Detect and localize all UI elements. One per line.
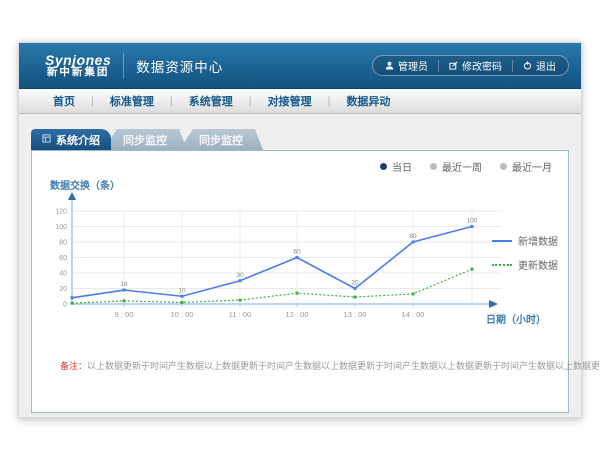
svg-text:60: 60 — [59, 255, 67, 262]
logo-subtext: 新中新集团 — [45, 67, 111, 78]
tab-sync-monitor-1[interactable]: 同步监控 — [103, 129, 187, 150]
radio-icon — [380, 163, 387, 170]
svg-text:20: 20 — [351, 280, 359, 287]
svg-text:80: 80 — [59, 240, 67, 247]
header-divider — [123, 53, 124, 79]
tab-label: 同步监控 — [199, 132, 243, 148]
svg-text:0: 0 — [63, 302, 67, 309]
svg-text:40: 40 — [59, 271, 67, 278]
edit-icon — [449, 61, 458, 70]
user-button[interactable]: 管理员 — [385, 58, 428, 73]
svg-text:18: 18 — [120, 281, 128, 288]
tab-sync-monitor-2[interactable]: 同步监控 — [179, 129, 263, 150]
main-nav: 首页 | 标准管理 | 系统管理 | 对接管理 | 数据异动 — [19, 89, 581, 114]
svg-text:120: 120 — [55, 209, 67, 216]
chart-legend: 新增数据 更新数据 — [492, 233, 558, 281]
svg-text:30: 30 — [236, 272, 244, 279]
legend-item-update-data: 更新数据 — [492, 257, 558, 272]
svg-text:10 : 00: 10 : 00 — [171, 310, 194, 319]
svg-text:14 : 00: 14 : 00 — [402, 310, 425, 319]
pill-separator — [438, 60, 439, 72]
svg-text:60: 60 — [293, 249, 301, 256]
svg-text:100: 100 — [55, 224, 67, 231]
filter-last-week[interactable]: 最近一周 — [430, 159, 482, 174]
x-axis-title: 日期（小时） — [486, 311, 546, 326]
tab-system-intro[interactable]: 系统介绍 — [31, 129, 111, 150]
svg-text:20: 20 — [59, 286, 67, 293]
user-menu: 管理员 修改密码 退出 — [372, 55, 569, 76]
app-title: 数据资源中心 — [136, 56, 223, 76]
filter-today[interactable]: 当日 — [380, 159, 412, 174]
svg-text:11 : 00: 11 : 00 — [229, 310, 251, 319]
tab-label: 同步监控 — [123, 132, 167, 148]
nav-item-home[interactable]: 首页 — [37, 93, 91, 109]
power-icon — [523, 61, 532, 70]
logout-button[interactable]: 退出 — [523, 58, 556, 73]
svg-text:10: 10 — [178, 287, 186, 294]
svg-text:12 : 00: 12 : 00 — [286, 310, 309, 319]
line-chart: 0 20 40 60 80 100 120 9 : 00 10 : 00 11 : 00 12 : … — [52, 189, 537, 329]
svg-text:100: 100 — [467, 218, 478, 225]
header-bar: Synjones 新中新集团 数据资源中心 管理员 修改密码 — [19, 43, 581, 89]
radio-icon — [500, 163, 507, 170]
logout-label: 退出 — [536, 58, 556, 73]
svg-text:9 : 00: 9 : 00 — [115, 310, 134, 319]
document-icon — [42, 134, 51, 146]
nav-item-data-change[interactable]: 数据异动 — [330, 93, 406, 109]
user-icon — [385, 61, 394, 70]
legend-item-new-data: 新增数据 — [492, 233, 558, 248]
filter-last-month[interactable]: 最近一月 — [500, 159, 552, 174]
footnote: 备注：以上数据更新于时间产生数据以上数据更新于时间产生数据以上数据更新于时间产生… — [60, 359, 600, 372]
filter-label: 最近一周 — [442, 159, 482, 174]
radio-icon — [430, 163, 437, 170]
change-password-label: 修改密码 — [462, 58, 502, 73]
legend-label: 更新数据 — [518, 257, 558, 272]
change-password-button[interactable]: 修改密码 — [449, 58, 502, 73]
svg-text:13 : 00: 13 : 00 — [344, 310, 367, 319]
filter-label: 当日 — [392, 159, 412, 174]
footnote-prefix: 备注： — [60, 361, 87, 371]
tab-label: 系统介绍 — [56, 132, 100, 148]
nav-item-connect-mgmt[interactable]: 对接管理 — [252, 93, 328, 109]
legend-label: 新增数据 — [518, 233, 558, 248]
nav-item-system-mgmt[interactable]: 系统管理 — [173, 93, 249, 109]
svg-text:80: 80 — [409, 233, 417, 240]
user-label: 管理员 — [398, 58, 428, 73]
content-panel: 当日 最近一周 最近一月 数据交换（条） 0204060801001209 : … — [31, 150, 569, 413]
solid-line-swatch — [492, 240, 512, 242]
dotted-line-swatch — [492, 264, 512, 266]
pill-separator — [512, 60, 513, 72]
tab-bar: 系统介绍 同步监控 同步监控 — [31, 129, 569, 150]
company-logo: Synjones 新中新集团 — [45, 53, 111, 79]
filter-label: 最近一月 — [512, 159, 552, 174]
nav-item-standard-mgmt[interactable]: 标准管理 — [94, 93, 170, 109]
footnote-text: 以上数据更新于时间产生数据以上数据更新于时间产生数据以上数据更新于时间产生数据以… — [87, 361, 600, 371]
time-range-filters: 当日 最近一周 最近一月 — [380, 159, 552, 174]
app-window: Synjones 新中新集团 数据资源中心 管理员 修改密码 — [18, 42, 582, 418]
